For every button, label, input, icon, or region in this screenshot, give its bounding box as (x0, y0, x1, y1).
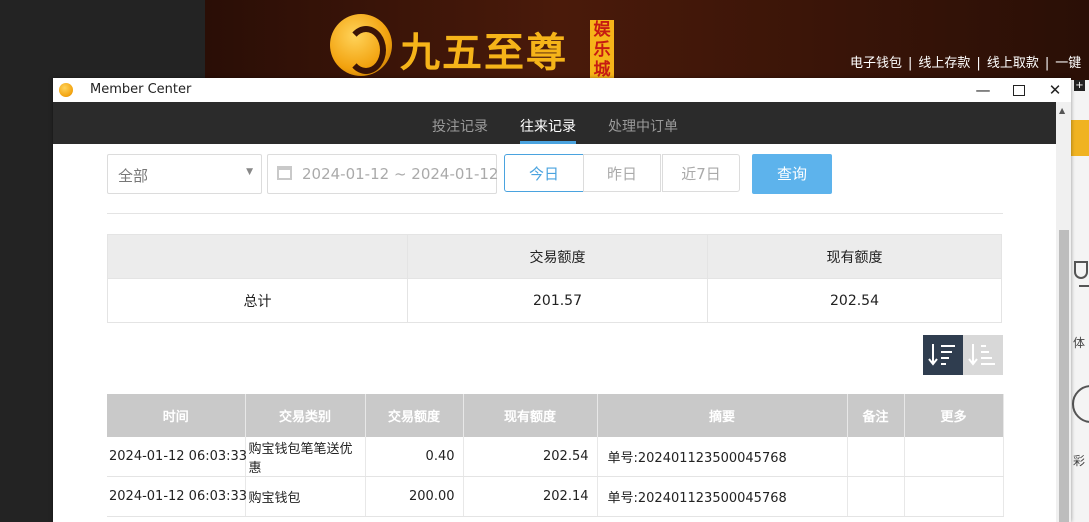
tab-pending-orders[interactable]: 处理中订单 (608, 116, 678, 136)
summary-row-label: 总计 (107, 278, 408, 323)
dropdown-caret-icon: ▼ (246, 167, 253, 177)
summary-header-empty (107, 234, 408, 279)
cell-amount: 0.40 (365, 437, 464, 477)
cell-memo: 单号:202401123500045768 (597, 476, 848, 517)
ball-icon[interactable] (1071, 380, 1089, 424)
tab-transaction-records[interactable]: 往来记录 (520, 116, 576, 136)
cell-amount: 200.00 (365, 476, 464, 517)
date-range-input[interactable]: 2024-01-12 ~ 2024-01-12 (267, 154, 499, 194)
tab-bar: 投注记录 往来记录 处理中订单 (53, 102, 1056, 144)
minimize-icon[interactable]: — (969, 80, 997, 100)
date-range-value: 2024-01-12 ~ 2024-01-12 (302, 165, 499, 183)
col-header-more[interactable]: 更多 (904, 394, 1004, 437)
scrollbar-thumb[interactable] (1059, 230, 1069, 522)
transactions-table: 时间 交易类别 交易额度 现有额度 摘要 备注 更多 2024-01-12 06… (107, 394, 1004, 517)
cell-balance: 202.54 (463, 437, 598, 477)
top-link-onekey[interactable]: 一键 (1055, 56, 1081, 71)
divider (107, 213, 1003, 214)
app-icon (59, 83, 73, 97)
top-link-wallet[interactable]: 电子钱包 (850, 56, 902, 71)
cell-time: 2024-01-12 06:03:33 (107, 476, 247, 517)
cell-more[interactable] (904, 476, 1004, 517)
query-button[interactable]: 查询 (752, 154, 832, 194)
calendar-icon (277, 166, 292, 180)
window-titlebar[interactable]: Member Center — ✕ (53, 78, 1071, 102)
trophy-icon[interactable] (1071, 256, 1089, 300)
col-header-memo[interactable]: 摘要 (597, 394, 848, 437)
summary-header-balance: 现有额度 (707, 234, 1002, 279)
cell-note (847, 437, 905, 477)
summary-amount: 201.57 (407, 278, 708, 323)
top-link-deposit[interactable]: 线上存款 (918, 56, 970, 71)
type-select[interactable]: 全部 ▼ (107, 154, 262, 194)
cell-type: 购宝钱包笔笔送优惠 (245, 437, 366, 477)
site-logo-sub: 娱乐城 (590, 20, 614, 80)
cell-type: 购宝钱包 (245, 476, 366, 517)
sort-asc-icon[interactable] (963, 335, 1003, 375)
cell-time: 2024-01-12 06:03:33 (107, 437, 247, 477)
col-header-type[interactable]: 交易类别 (245, 394, 366, 437)
site-logo-text: 九五至尊 (400, 29, 568, 76)
close-icon[interactable]: ✕ (1041, 80, 1069, 100)
table-header-row: 时间 交易类别 交易额度 现有额度 摘要 备注 更多 (107, 394, 1004, 437)
cell-balance: 202.14 (463, 476, 598, 517)
col-header-balance[interactable]: 现有额度 (463, 394, 598, 437)
type-select-value: 全部 (118, 167, 149, 185)
right-label-2: 彩 (1073, 454, 1086, 468)
last-7-days-button[interactable]: 近7日 (662, 154, 740, 192)
col-header-amount[interactable]: 交易额度 (365, 394, 464, 437)
cell-memo: 单号:202401123500045768 (597, 437, 848, 477)
site-top-links: 电子钱包 | 线上存款 | 线上取款 | 一键 (850, 56, 1082, 71)
member-center-window: Member Center — ✕ 投注记录 往来记录 处理中订单 ▲ 全部 ▼… (53, 78, 1071, 522)
table-row[interactable]: 2024-01-12 06:03:33 购宝钱包笔笔送优惠 0.40 202.5… (107, 437, 1004, 477)
cell-note (847, 476, 905, 517)
window-title: Member Center (90, 82, 192, 97)
top-link-withdraw[interactable]: 线上取款 (987, 56, 1039, 71)
sort-desc-icon[interactable] (923, 335, 963, 375)
summary-header-amount: 交易额度 (407, 234, 708, 279)
col-header-time[interactable]: 时间 (107, 394, 246, 437)
summary-balance: 202.54 (707, 278, 1002, 323)
table-row[interactable]: 2024-01-12 06:03:33 购宝钱包 200.00 202.14 单… (107, 476, 1004, 517)
scroll-up-icon[interactable]: ▲ (1059, 106, 1065, 115)
today-button[interactable]: 今日 (504, 154, 584, 192)
site-logo-icon (330, 14, 392, 76)
col-header-note[interactable]: 备注 (847, 394, 905, 437)
maximize-icon[interactable] (1005, 80, 1033, 100)
cell-more[interactable] (904, 437, 1004, 477)
right-gold-badge[interactable] (1071, 120, 1089, 156)
tab-bet-records[interactable]: 投注记录 (432, 116, 488, 136)
summary-table: 交易额度 现有额度 总计 201.57 202.54 (107, 234, 1002, 323)
content-area: 全部 ▼ 2024-01-12 ~ 2024-01-12 今日 昨日 近7日 查… (53, 144, 1056, 522)
right-label-1: 体 (1073, 336, 1086, 350)
plus-icon[interactable]: + (1074, 80, 1085, 91)
yesterday-button[interactable]: 昨日 (583, 154, 661, 192)
